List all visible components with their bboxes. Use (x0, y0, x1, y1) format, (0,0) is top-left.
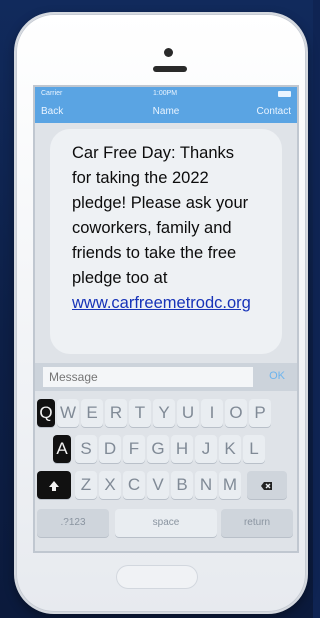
key-v[interactable]: V (147, 471, 169, 499)
key-e[interactable]: E (81, 399, 103, 427)
composer-bar: OK (35, 363, 297, 391)
contact-button[interactable]: Contact (257, 106, 291, 117)
space-key[interactable]: space (115, 509, 217, 537)
ok-button[interactable]: OK (269, 370, 285, 382)
key-h[interactable]: H (171, 435, 193, 463)
backspace-key[interactable] (247, 471, 287, 499)
key-l[interactable]: L (243, 435, 265, 463)
key-r[interactable]: R (105, 399, 127, 427)
numbers-key[interactable]: .?123 (37, 509, 109, 537)
key-i[interactable]: I (201, 399, 223, 427)
key-y[interactable]: Y (153, 399, 175, 427)
nav-bar: Back Name Contact (35, 101, 297, 123)
key-m[interactable]: M (219, 471, 241, 499)
status-bar: Carrier 1:00PM (35, 87, 297, 101)
message-line: for taking the 2022 (72, 169, 209, 187)
carrier-label: Carrier (41, 90, 63, 97)
message-line: Car Free Day: Thanks (72, 144, 235, 162)
backspace-icon (261, 481, 272, 490)
front-camera (164, 48, 173, 57)
keyboard: Q W E R T Y U I O P A S D F G H J K L Z … (35, 391, 297, 551)
page-background: Carrier 1:00PM Back Name Contact Car Fre… (0, 0, 313, 618)
key-b[interactable]: B (171, 471, 193, 499)
phone-screen: Carrier 1:00PM Back Name Contact Car Fre… (33, 85, 299, 553)
shift-key[interactable] (37, 471, 71, 499)
key-a[interactable]: A (53, 435, 71, 463)
key-o[interactable]: O (225, 399, 247, 427)
message-line: pledge! Please ask your (72, 194, 249, 212)
message-line: coworkers, family and (72, 219, 232, 237)
key-q[interactable]: Q (37, 399, 55, 427)
message-line: friends to take the free (72, 244, 237, 262)
key-g[interactable]: G (147, 435, 169, 463)
key-x[interactable]: X (99, 471, 121, 499)
status-time: 1:00PM (153, 90, 178, 97)
key-t[interactable]: T (129, 399, 151, 427)
key-z[interactable]: Z (75, 471, 97, 499)
home-button[interactable] (116, 565, 198, 589)
key-w[interactable]: W (57, 399, 79, 427)
key-f[interactable]: F (123, 435, 145, 463)
return-key[interactable]: return (221, 509, 293, 537)
message-bubble: Car Free Day: Thanks for taking the 2022… (50, 129, 282, 354)
key-p[interactable]: P (249, 399, 271, 427)
key-u[interactable]: U (177, 399, 199, 427)
key-s[interactable]: S (75, 435, 97, 463)
shift-icon (49, 480, 59, 491)
message-input[interactable] (43, 367, 253, 387)
message-line: pledge too at (72, 269, 168, 287)
key-k[interactable]: K (219, 435, 241, 463)
key-n[interactable]: N (195, 471, 217, 499)
key-d[interactable]: D (99, 435, 121, 463)
key-j[interactable]: J (195, 435, 217, 463)
battery-icon (278, 91, 291, 97)
key-c[interactable]: C (123, 471, 145, 499)
message-thread: Car Free Day: Thanks for taking the 2022… (35, 123, 297, 363)
message-text: Car Free Day: Thanks for taking the 2022… (72, 141, 278, 316)
earpiece-speaker (153, 66, 187, 72)
message-link[interactable]: www.carfreemetrodc.org (72, 291, 278, 316)
